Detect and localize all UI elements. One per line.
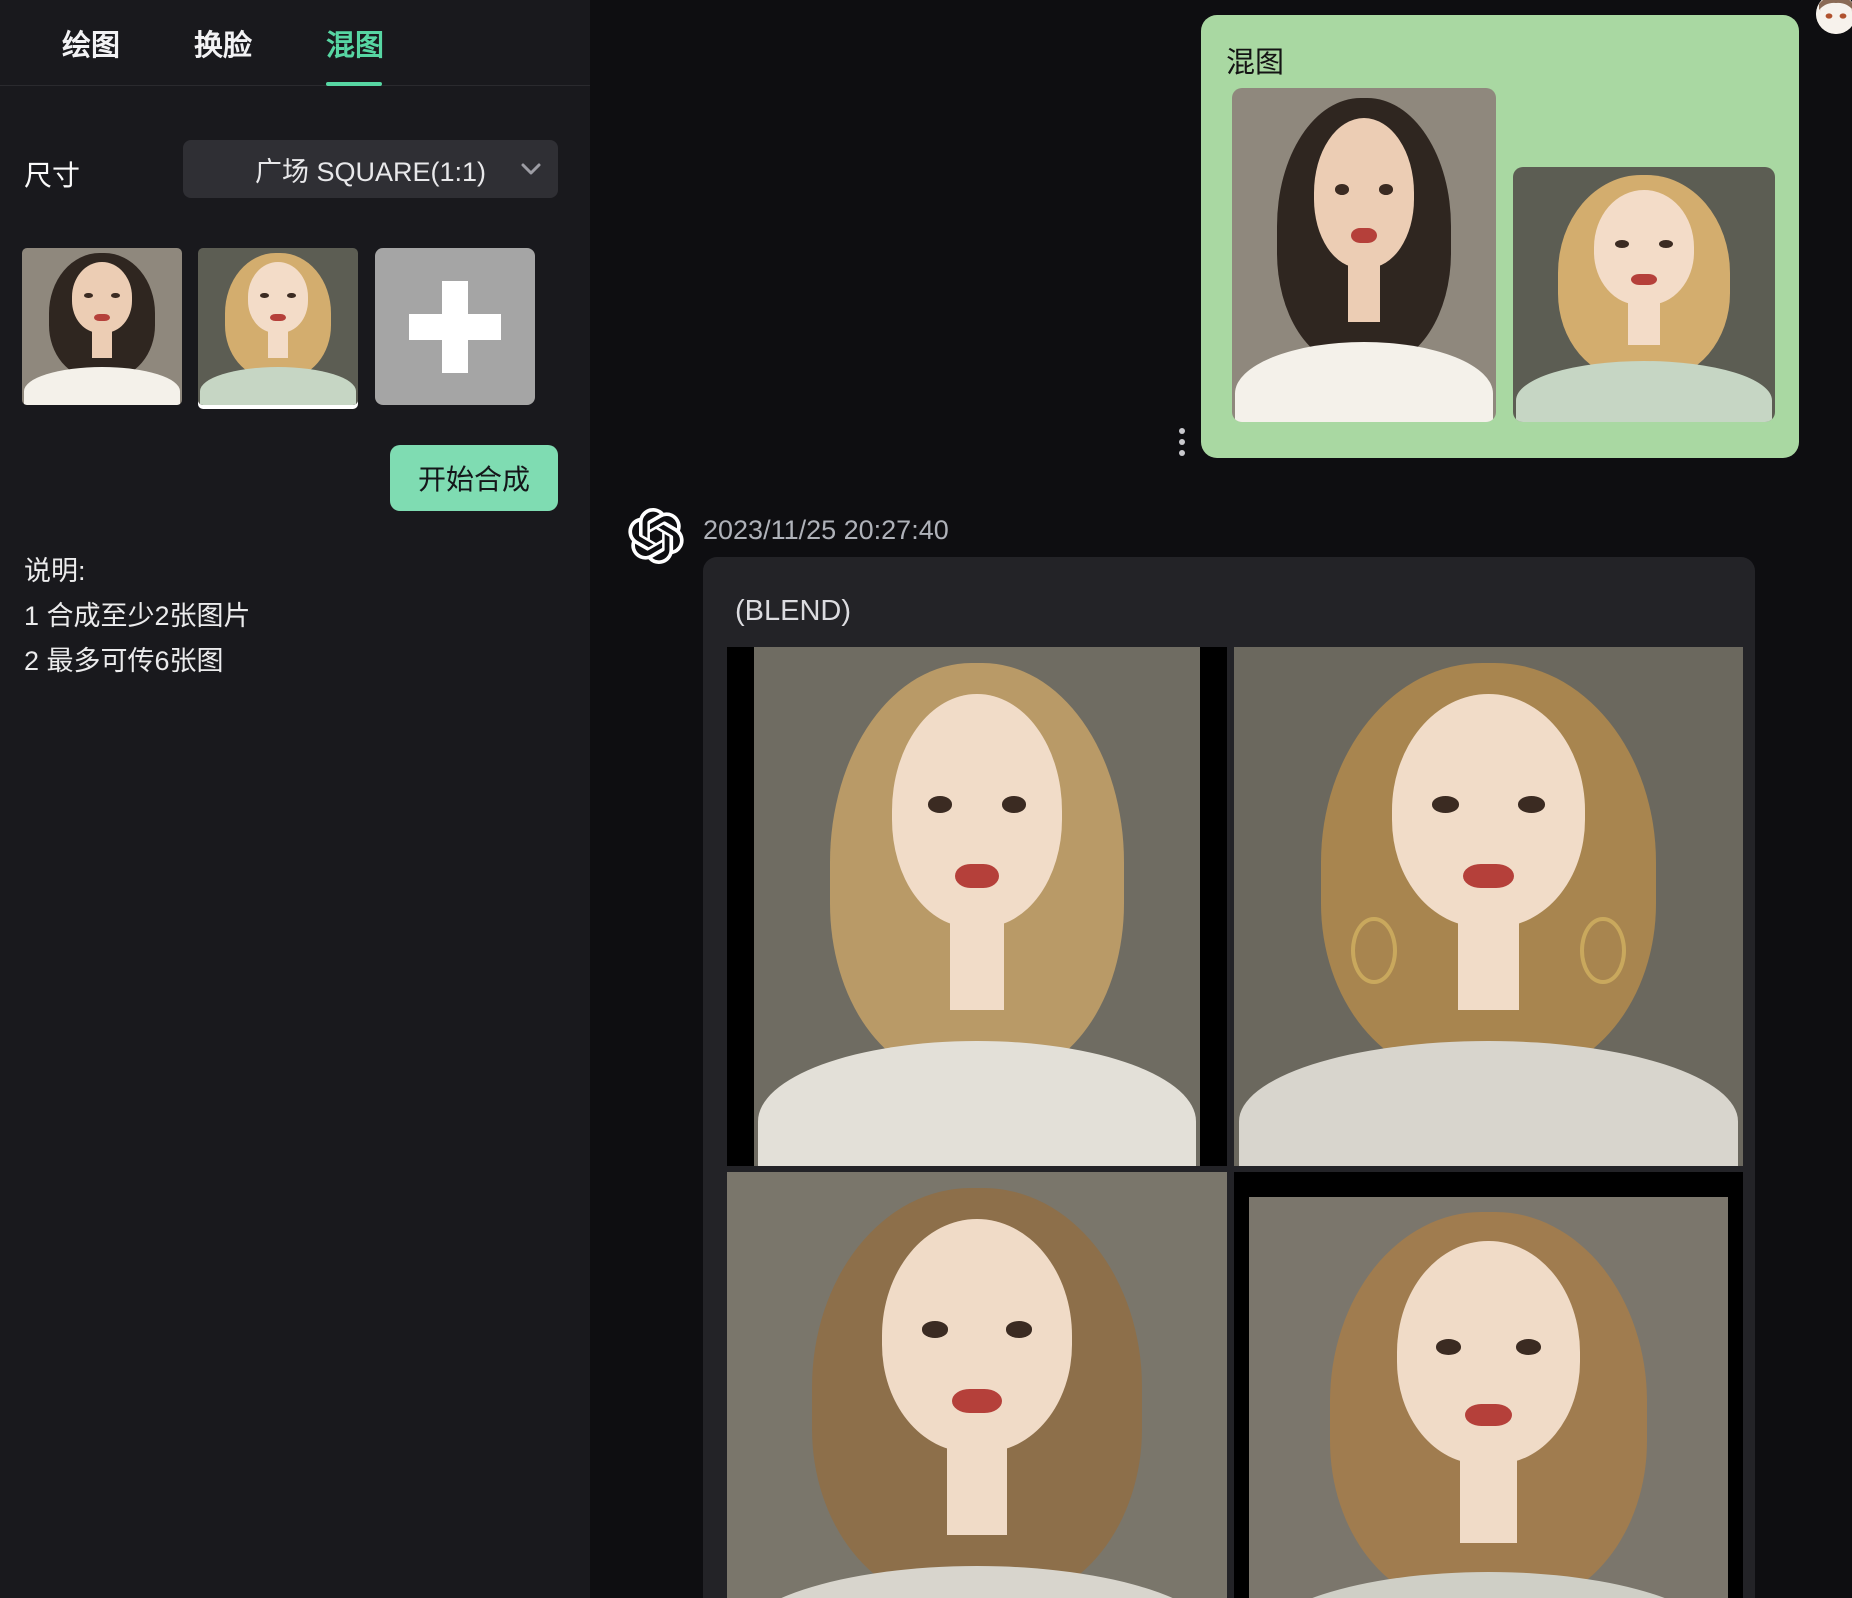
result-portrait xyxy=(727,1172,1227,1598)
tab-blend-label: 混图 xyxy=(326,22,384,64)
sidebar: 绘图 换脸 混图 尺寸 广场 SQUARE(1:1) 开始合成 xyxy=(0,0,590,1598)
user-message-label: 混图 xyxy=(1226,39,1284,81)
blend-result-image-4[interactable] xyxy=(1234,1172,1743,1598)
plus-icon xyxy=(409,281,501,373)
tab-blend[interactable]: 混图 xyxy=(326,0,384,86)
user-message-image-style[interactable] xyxy=(1513,167,1775,422)
instructions-line-1: 1 合成至少2张图片 xyxy=(24,594,251,633)
message-timestamp: 2023/11/25 20:27:40 xyxy=(703,515,949,546)
kebab-menu-icon[interactable] xyxy=(1170,428,1194,468)
active-tab-indicator xyxy=(326,82,382,86)
source-photo-image xyxy=(1232,88,1496,422)
size-select-value: 广场 SQUARE(1:1) xyxy=(255,150,486,189)
result-portrait xyxy=(1249,1197,1728,1598)
upload-thumbnail-photo[interactable] xyxy=(22,248,182,405)
tab-draw[interactable]: 绘图 xyxy=(62,0,120,86)
blend-result-image-2[interactable] xyxy=(1234,647,1743,1166)
style-portrait-image xyxy=(198,248,358,405)
blend-result-image-1[interactable] xyxy=(727,647,1227,1166)
result-portrait xyxy=(754,647,1200,1166)
source-photo-image xyxy=(22,248,182,405)
size-label: 尺寸 xyxy=(24,154,80,194)
style-portrait-image xyxy=(1513,167,1775,422)
user-message-image-photo[interactable] xyxy=(1232,88,1496,422)
user-avatar[interactable] xyxy=(1816,0,1852,34)
chat-panel: 混图 2023/11/25 20:27:40 (BLEND) xyxy=(590,0,1852,1598)
upload-thumbnail-style[interactable] xyxy=(198,248,358,405)
chevron-down-icon xyxy=(520,161,542,177)
blend-label: (BLEND) xyxy=(735,595,851,628)
start-blend-button[interactable]: 开始合成 xyxy=(390,445,558,511)
avatar-image xyxy=(1816,0,1852,34)
tab-faceswap[interactable]: 换脸 xyxy=(194,0,252,86)
tab-draw-label: 绘图 xyxy=(62,22,120,64)
tab-bar: 绘图 换脸 混图 xyxy=(0,0,590,86)
user-message-bubble: 混图 xyxy=(1201,15,1799,458)
result-portrait xyxy=(1234,647,1743,1166)
instructions-title: 说明: xyxy=(24,549,86,588)
assistant-message-card: (BLEND) xyxy=(703,557,1755,1598)
size-select[interactable]: 广场 SQUARE(1:1) xyxy=(183,140,558,198)
tab-faceswap-label: 换脸 xyxy=(194,22,252,64)
add-image-button[interactable] xyxy=(375,248,535,405)
instructions-line-2: 2 最多可传6张图 xyxy=(24,639,224,678)
blend-result-image-3[interactable] xyxy=(727,1172,1227,1598)
openai-logo-icon xyxy=(628,508,684,564)
